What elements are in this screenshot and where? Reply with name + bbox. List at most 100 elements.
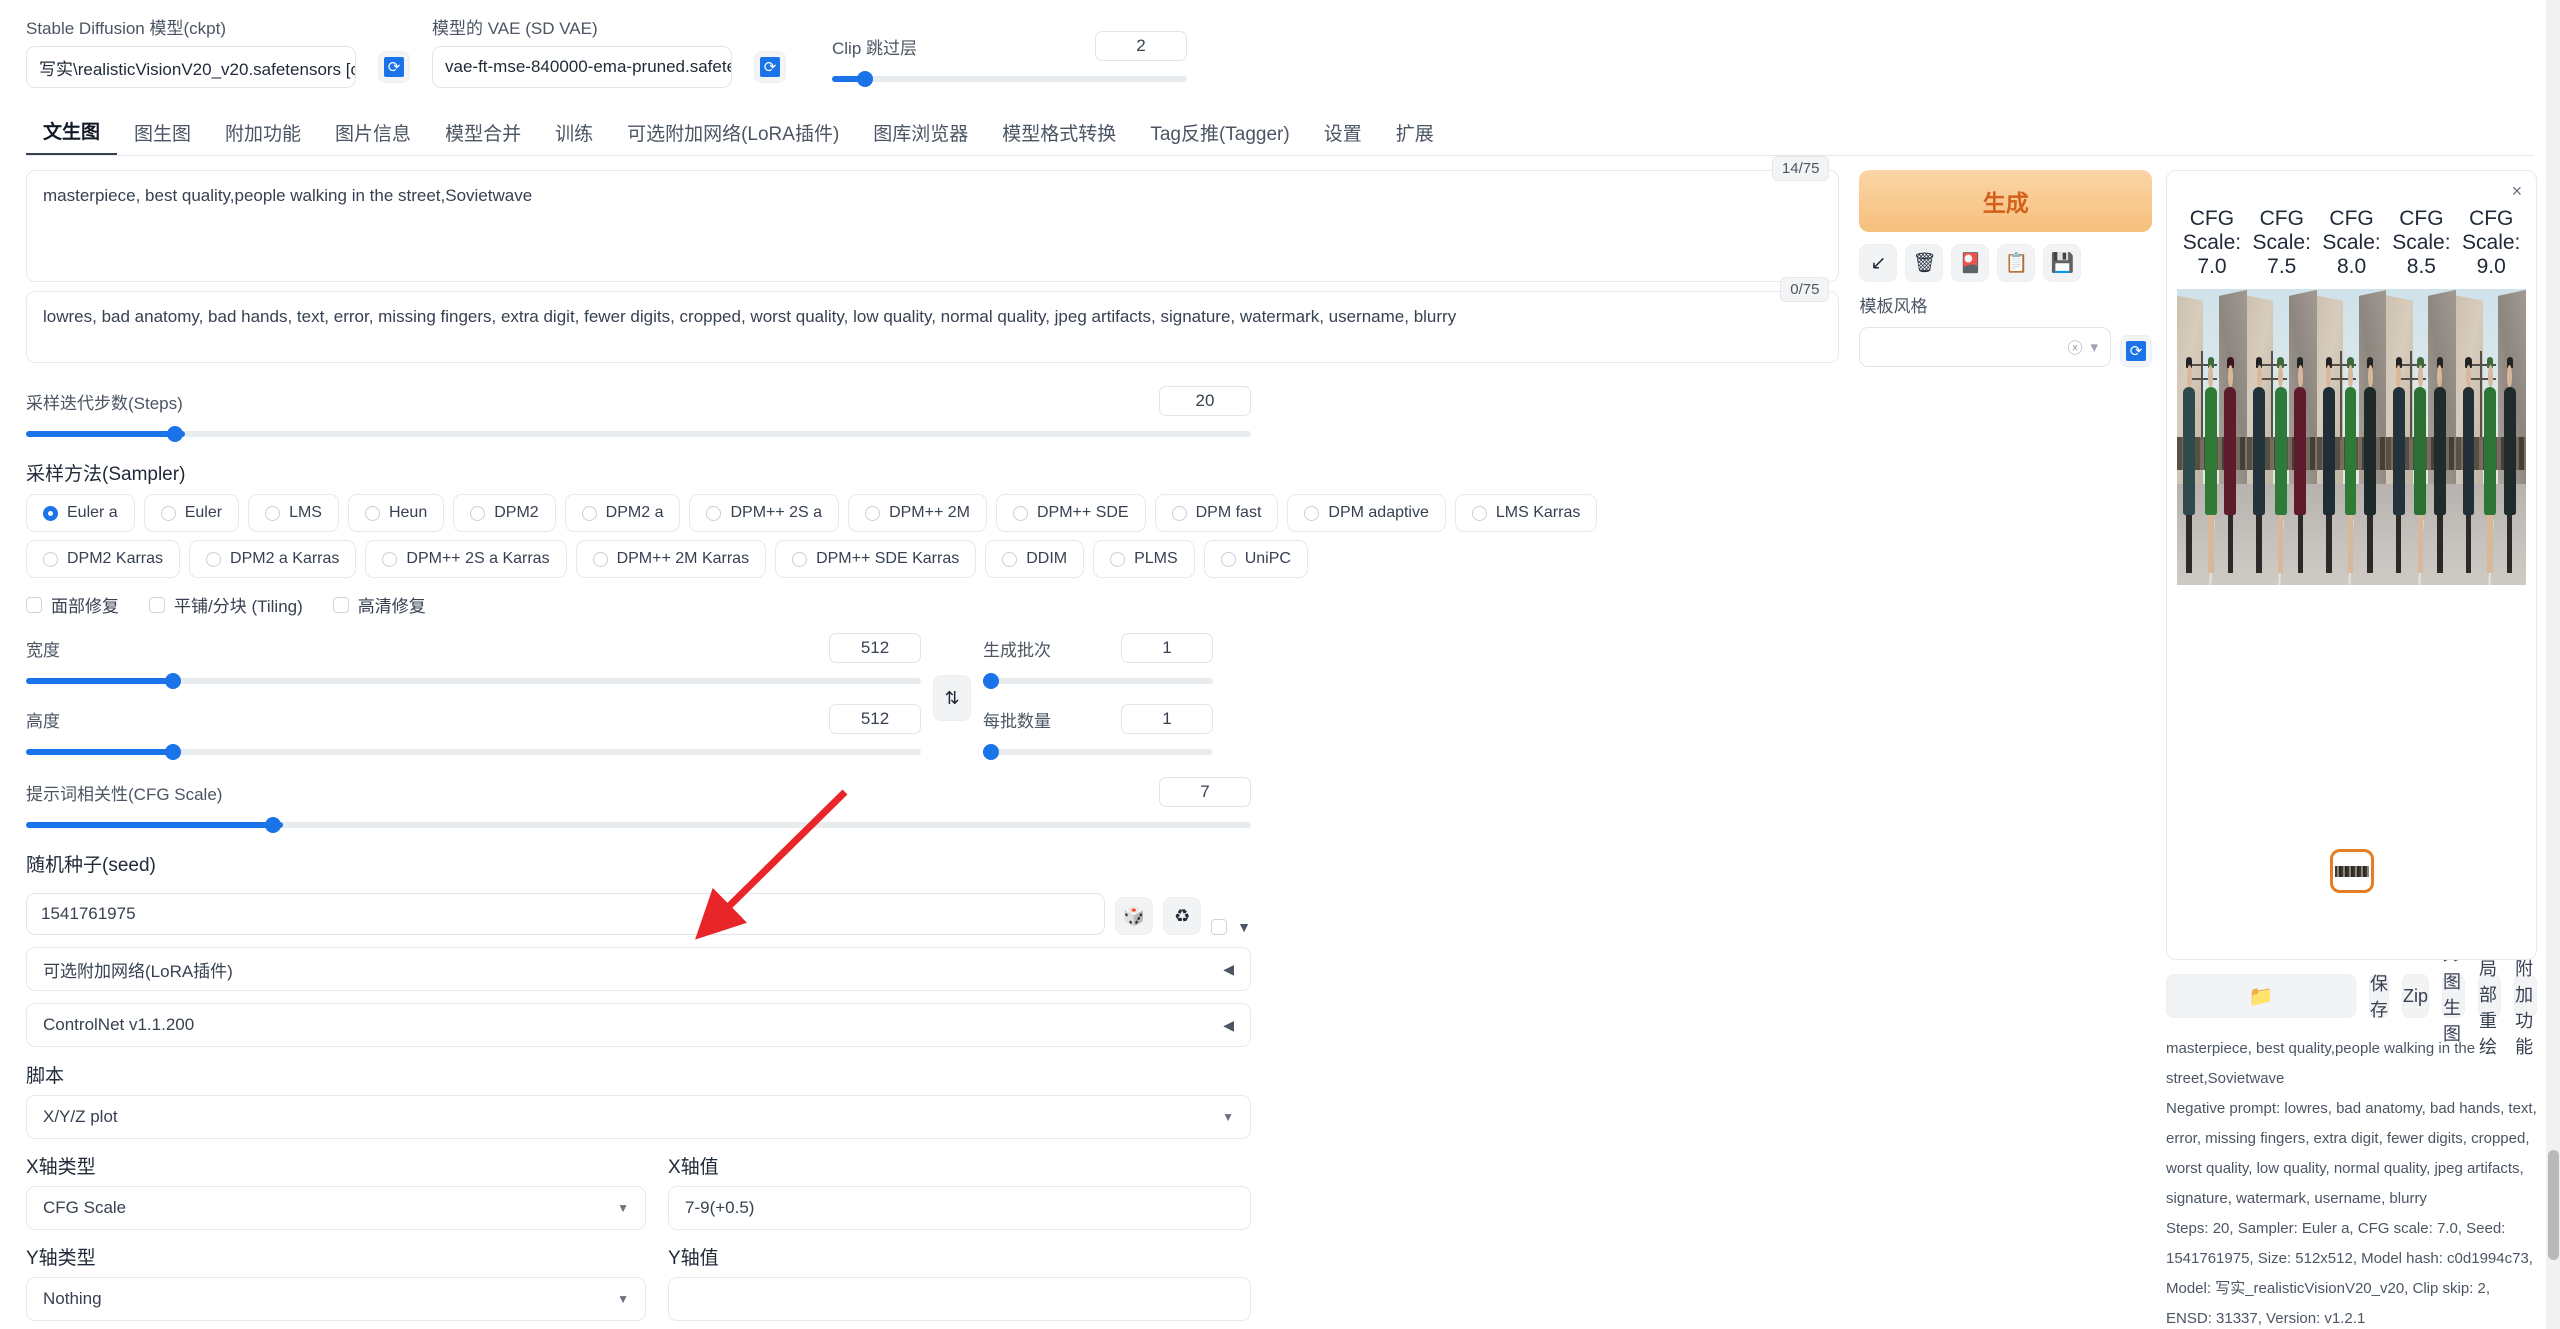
generated-image-cell[interactable]: [2177, 289, 2247, 585]
generated-image-cell[interactable]: [2316, 289, 2387, 585]
slider-thumb[interactable]: [983, 673, 999, 689]
open-folder-button[interactable]: 📁: [2166, 974, 2356, 1018]
batch-count-slider[interactable]: [983, 672, 1213, 690]
slider-thumb[interactable]: [164, 673, 181, 689]
tab-txt2img[interactable]: 文生图: [26, 108, 118, 155]
clip-skip-value[interactable]: 2: [1095, 31, 1187, 61]
sampler-option-dpm-adaptive[interactable]: DPM adaptive: [1287, 494, 1446, 532]
sampler-option-ddim[interactable]: DDIM: [985, 540, 1085, 578]
checkpoint-dropdown[interactable]: 写实\realisticVisionV20_v20.safetensors [c…: [26, 46, 356, 88]
tab-model-converter[interactable]: 模型格式转换: [985, 110, 1133, 155]
dice-icon[interactable]: 🎲: [1115, 897, 1154, 935]
batch-size-slider[interactable]: [983, 743, 1213, 761]
width-value[interactable]: 512: [829, 633, 921, 663]
tab-train[interactable]: 训练: [538, 110, 610, 155]
tab-img2img[interactable]: 图生图: [117, 110, 208, 155]
seed-input[interactable]: 1541761975: [26, 893, 1106, 935]
accordion-additional-networks[interactable]: 可选附加网络(LoRA插件) ◀: [26, 947, 1251, 991]
width-slider[interactable]: [26, 672, 921, 690]
restore-faces-checkbox[interactable]: 面部修复: [26, 592, 119, 617]
tab-additional-networks[interactable]: 可选附加网络(LoRA插件): [610, 110, 856, 155]
generated-image-cell[interactable]: [2246, 289, 2317, 585]
swap-dimensions-button[interactable]: ⇅: [933, 675, 971, 721]
accordion-controlnet[interactable]: ControlNet v1.1.200 ◀: [26, 1003, 1251, 1047]
sampler-option-dpm-fast[interactable]: DPM fast: [1154, 494, 1279, 532]
tiling-checkbox[interactable]: 平铺/分块 (Tiling): [149, 592, 303, 617]
generated-image-cell[interactable]: [2386, 289, 2457, 585]
sampler-option-dpmpp-2m-karras[interactable]: DPM++ 2M Karras: [575, 540, 767, 578]
sampler-option-dpmpp-2s-a-karras[interactable]: DPM++ 2S a Karras: [365, 540, 567, 578]
clear-x-icon[interactable]: ⓧ: [2067, 337, 2082, 358]
slider-thumb[interactable]: [164, 744, 181, 760]
height-slider[interactable]: [26, 743, 921, 761]
sampler-option-euler[interactable]: Euler: [143, 494, 240, 532]
sampler-option-dpm2-a-karras[interactable]: DPM2 a Karras: [189, 540, 357, 578]
send-to-extras-button[interactable]: >> 附加功能: [2514, 934, 2538, 1057]
cfg-scale-value[interactable]: 7: [1159, 777, 1251, 807]
tab-extras[interactable]: 附加功能: [208, 110, 318, 155]
send-to-inpaint-button[interactable]: >> 局部重绘: [2478, 934, 2502, 1057]
y-axis-values-input[interactable]: [668, 1277, 1251, 1321]
sampler-option-dpmpp-2s-a[interactable]: DPM++ 2S a: [689, 494, 840, 532]
cfg-scale-slider[interactable]: [26, 816, 1251, 834]
slider-thumb[interactable]: [264, 817, 281, 833]
slider-thumb[interactable]: [983, 744, 999, 760]
tab-pnginfo[interactable]: 图片信息: [318, 110, 428, 155]
sampler-option-dpmpp-sde[interactable]: DPM++ SDE: [996, 494, 1146, 532]
trash-icon[interactable]: 🗑: [1905, 244, 1944, 282]
tab-checkpoint-merger[interactable]: 模型合并: [428, 110, 538, 155]
styles-dropdown[interactable]: ⓧ ▾: [1859, 327, 2111, 367]
sampler-option-euler-a[interactable]: Euler a: [26, 494, 135, 532]
clip-skip-slider[interactable]: [832, 70, 1187, 88]
zip-button[interactable]: Zip: [2402, 974, 2430, 1018]
chevron-down-icon[interactable]: ▼: [1237, 919, 1251, 935]
arrow-down-left-icon[interactable]: ↙: [1859, 244, 1898, 282]
sampler-option-dpm2-karras[interactable]: DPM2 Karras: [26, 540, 181, 578]
tab-extensions[interactable]: 扩展: [1379, 110, 1451, 155]
tab-settings[interactable]: 设置: [1307, 110, 1379, 155]
save-button[interactable]: 保存: [2369, 974, 2389, 1020]
sampler-option-dpm2-a[interactable]: DPM2 a: [564, 494, 681, 532]
recycle-icon[interactable]: ♻: [1163, 897, 1202, 935]
close-icon[interactable]: ×: [2512, 181, 2523, 202]
vae-refresh-button[interactable]: ⟳: [754, 51, 786, 83]
xyz-grid-result[interactable]: CFG Scale: 7.0 CFG Scale: 7.5 CFG Scale:…: [2177, 207, 2527, 585]
checkpoint-refresh-button[interactable]: ⟳: [378, 51, 410, 83]
generated-image-cell[interactable]: [2456, 289, 2527, 585]
batch-size-value[interactable]: 1: [1121, 704, 1213, 734]
x-axis-type-dropdown[interactable]: CFG Scale ▼: [26, 1186, 646, 1230]
steps-value[interactable]: 20: [1159, 386, 1251, 416]
hires-fix-checkbox[interactable]: 高清修复: [332, 592, 426, 617]
y-axis-type-dropdown[interactable]: Nothing ▼: [26, 1277, 646, 1321]
sampler-option-dpm2[interactable]: DPM2: [453, 494, 556, 532]
scrollbar-thumb[interactable]: [2548, 1150, 2559, 1260]
floppy-save-icon[interactable]: 💾: [2043, 244, 2082, 282]
tab-image-browser[interactable]: 图库浏览器: [856, 110, 985, 155]
script-dropdown[interactable]: X/Y/Z plot ▼: [26, 1095, 1251, 1139]
grid-thumbnail[interactable]: [2329, 849, 2374, 893]
vae-dropdown[interactable]: vae-ft-mse-840000-ema-pruned.safetensors…: [432, 46, 732, 88]
sampler-option-dpmpp-2m[interactable]: DPM++ 2M: [848, 494, 987, 532]
positive-prompt-input[interactable]: masterpiece, best quality,people walking…: [26, 170, 1840, 282]
clipboard-icon[interactable]: 📋: [1997, 244, 2036, 282]
generate-button[interactable]: 生成: [1859, 170, 2152, 232]
styles-refresh-button[interactable]: ⟳: [2120, 335, 2152, 367]
tab-tagger[interactable]: Tag反推(Tagger): [1133, 110, 1306, 155]
sampler-option-dpmpp-sde-karras[interactable]: DPM++ SDE Karras: [775, 540, 977, 578]
sampler-option-unipc[interactable]: UniPC: [1203, 540, 1308, 578]
negative-prompt-input[interactable]: lowres, bad anatomy, bad hands, text, er…: [26, 291, 1840, 363]
x-axis-values-input[interactable]: 7-9(+0.5): [668, 1186, 1251, 1230]
steps-slider[interactable]: [26, 425, 1251, 443]
generated-image-strip[interactable]: [2177, 289, 2527, 585]
send-to-img2img-button[interactable]: >> 图生图: [2442, 947, 2466, 1044]
batch-count-value[interactable]: 1: [1121, 633, 1213, 663]
card-icon[interactable]: 🎴: [1951, 244, 1990, 282]
sampler-option-plms[interactable]: PLMS: [1093, 540, 1195, 578]
sampler-option-heun[interactable]: Heun: [347, 494, 445, 532]
sampler-option-lms[interactable]: LMS: [248, 494, 339, 532]
sampler-option-lms-karras[interactable]: LMS Karras: [1454, 494, 1598, 532]
extra-seed-checkbox[interactable]: [1211, 919, 1228, 935]
slider-thumb[interactable]: [166, 426, 183, 442]
height-value[interactable]: 512: [829, 704, 921, 734]
page-scrollbar[interactable]: [2546, 0, 2560, 1329]
